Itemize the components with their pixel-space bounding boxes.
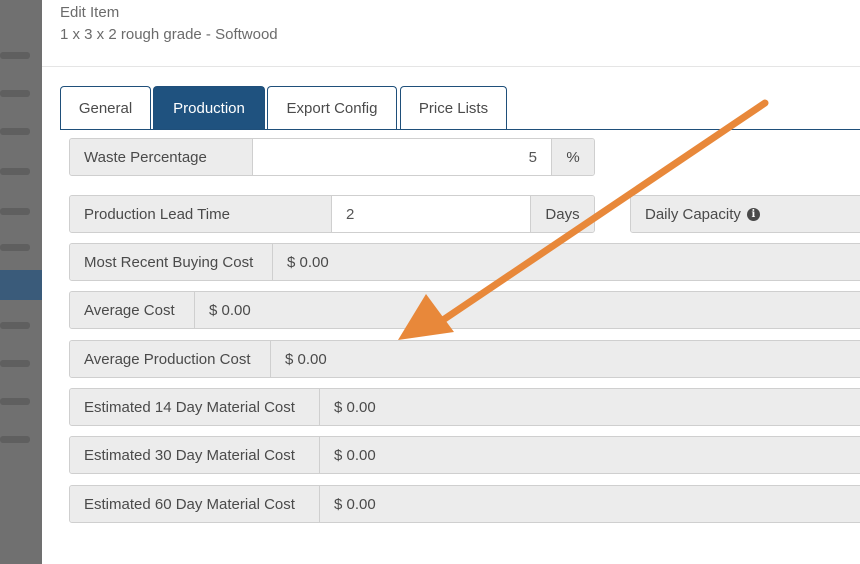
background-line bbox=[0, 360, 30, 367]
background-page bbox=[0, 0, 42, 564]
waste-percentage-label: Waste Percentage bbox=[70, 139, 253, 175]
average-cost-group: Average Cost $ 0.00 bbox=[69, 291, 860, 329]
tab-price-lists[interactable]: Price Lists bbox=[400, 86, 507, 129]
most-recent-buying-cost-value: $ 0.00 bbox=[287, 253, 329, 271]
background-line bbox=[0, 398, 30, 405]
production-lead-time-label: Production Lead Time bbox=[70, 196, 332, 232]
tab-export-config[interactable]: Export Config bbox=[267, 86, 397, 129]
background-line bbox=[0, 322, 30, 329]
average-cost-value: $ 0.00 bbox=[209, 301, 251, 319]
estimated-14-day-cost-value: $ 0.00 bbox=[334, 398, 376, 416]
daily-capacity-text: Daily Capacity bbox=[645, 205, 741, 223]
estimated-60-day-cost-label: Estimated 60 Day Material Cost bbox=[70, 486, 320, 522]
production-lead-time-group: Production Lead Time 2 Days bbox=[69, 195, 595, 233]
estimated-60-day-cost-value: $ 0.00 bbox=[334, 495, 376, 513]
estimated-14-day-cost-group: Estimated 14 Day Material Cost $ 0.00 bbox=[69, 388, 860, 426]
average-cost-label: Average Cost bbox=[70, 292, 195, 328]
percent-unit: % bbox=[551, 139, 594, 175]
edit-item-modal: Edit Item 1 x 3 x 2 rough grade - Softwo… bbox=[42, 0, 860, 564]
tab-general[interactable]: General bbox=[60, 86, 151, 129]
estimated-30-day-cost-value: $ 0.00 bbox=[334, 446, 376, 464]
estimated-14-day-cost-label: Estimated 14 Day Material Cost bbox=[70, 389, 320, 425]
modal-header: Edit Item 1 x 3 x 2 rough grade - Softwo… bbox=[42, 0, 860, 67]
modal-title: Edit Item bbox=[60, 4, 120, 21]
average-production-cost-label: Average Production Cost bbox=[70, 341, 271, 377]
estimated-60-day-cost-group: Estimated 60 Day Material Cost $ 0.00 bbox=[69, 485, 860, 523]
waste-percentage-input[interactable]: 5 bbox=[253, 139, 551, 175]
most-recent-buying-cost-group: Most Recent Buying Cost $ 0.00 bbox=[69, 243, 860, 281]
tab-bar-underline bbox=[60, 129, 860, 130]
modal-subtitle: 1 x 3 x 2 rough grade - Softwood bbox=[60, 26, 278, 43]
average-production-cost-value: $ 0.00 bbox=[285, 350, 327, 368]
daily-capacity-group: Daily Capacity i bbox=[630, 195, 860, 233]
production-lead-time-input[interactable]: 2 bbox=[332, 196, 530, 232]
background-line bbox=[0, 128, 30, 135]
estimated-30-day-cost-label: Estimated 30 Day Material Cost bbox=[70, 437, 320, 473]
daily-capacity-label: Daily Capacity i bbox=[631, 196, 860, 232]
average-production-cost-group: Average Production Cost $ 0.00 bbox=[69, 340, 860, 378]
most-recent-buying-cost-label: Most Recent Buying Cost bbox=[70, 244, 273, 280]
tab-bar: General Production Export Config Price L… bbox=[60, 86, 860, 130]
background-active-item bbox=[0, 270, 42, 300]
background-line bbox=[0, 436, 30, 443]
info-icon[interactable]: i bbox=[746, 207, 760, 221]
background-line bbox=[0, 52, 30, 59]
background-line bbox=[0, 90, 30, 97]
waste-percentage-group: Waste Percentage 5 % bbox=[69, 138, 595, 176]
background-line bbox=[0, 208, 30, 215]
days-unit: Days bbox=[530, 196, 594, 232]
tab-production[interactable]: Production bbox=[153, 86, 265, 129]
estimated-30-day-cost-group: Estimated 30 Day Material Cost $ 0.00 bbox=[69, 436, 860, 474]
background-line bbox=[0, 244, 30, 251]
background-line bbox=[0, 168, 30, 175]
